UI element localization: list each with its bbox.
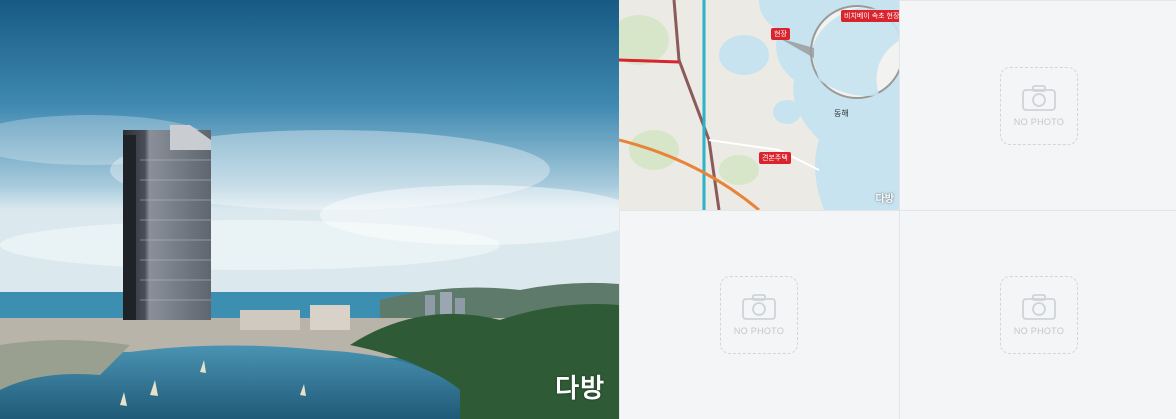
watermark-logo: 다방 <box>555 374 605 404</box>
photo-slot-empty[interactable]: NO PHOTO <box>899 210 1176 419</box>
no-photo-label: NO PHOTO <box>1013 117 1065 127</box>
no-photo-placeholder: NO PHOTO <box>720 276 798 354</box>
camera-icon <box>742 294 776 320</box>
no-photo-placeholder: NO PHOTO <box>1000 276 1078 354</box>
photo-gallery: 다방 동해 현장 견본주택 비치베이 속초 현장 다방 NO PHOTO NO … <box>0 0 1176 419</box>
camera-icon <box>1022 85 1056 111</box>
map-sea-label: 동해 <box>834 109 849 118</box>
location-map-thumbnail[interactable]: 동해 현장 견본주택 비치베이 속초 현장 다방 <box>619 0 900 210</box>
map-model-house-tag: 견본주택 <box>759 152 791 164</box>
camera-icon <box>1022 294 1056 320</box>
no-photo-label: NO PHOTO <box>1013 326 1065 336</box>
main-photo-illustration <box>0 0 619 419</box>
photo-slot-empty[interactable]: NO PHOTO <box>899 0 1176 210</box>
map-illustration <box>619 0 900 210</box>
photo-slot-empty[interactable]: NO PHOTO <box>619 210 899 419</box>
no-photo-label: NO PHOTO <box>733 326 785 336</box>
map-watermark: 다방 <box>875 194 894 205</box>
main-photo[interactable]: 다방 <box>0 0 619 419</box>
map-site-tag: 현장 <box>771 28 790 40</box>
no-photo-placeholder: NO PHOTO <box>1000 67 1078 145</box>
map-inset-title-tag: 비치베이 속초 현장 <box>841 10 900 22</box>
